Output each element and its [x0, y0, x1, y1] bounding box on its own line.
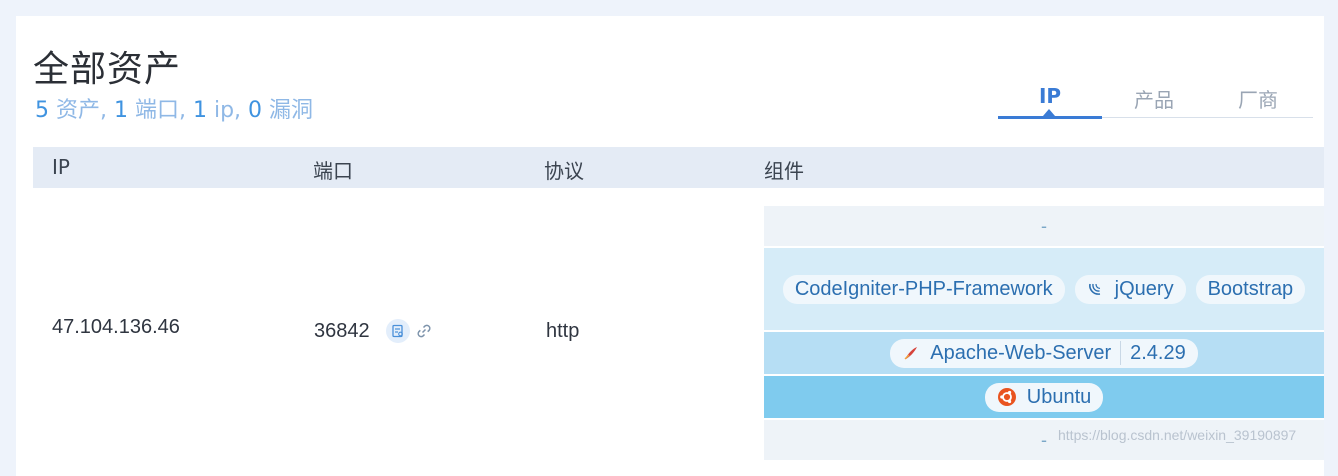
- tab-product[interactable]: 产品: [1102, 84, 1206, 113]
- component-label: Bootstrap: [1207, 277, 1294, 300]
- report-icon[interactable]: [386, 319, 410, 343]
- column-header-port: 端口: [313, 159, 353, 183]
- ip-label: ip,: [206, 98, 249, 123]
- component-label: Ubuntu: [1026, 385, 1092, 408]
- column-header-components: 组件: [764, 159, 804, 183]
- vuln-count: 0: [248, 98, 263, 123]
- vuln-label: 漏洞: [262, 98, 314, 123]
- component-label: jQuery: [1114, 277, 1174, 300]
- column-header-protocol: 协议: [544, 159, 584, 183]
- table-header: IP 端口 协议 组件: [33, 147, 1324, 188]
- component-row-webserver: Apache-Web-Server 2.4.29: [764, 332, 1324, 374]
- component-bootstrap[interactable]: Bootstrap: [1195, 274, 1306, 304]
- component-row-os: Ubuntu: [764, 376, 1324, 418]
- component-label: Apache-Web-Server: [930, 341, 1112, 364]
- version-separator: [1120, 341, 1122, 365]
- ubuntu-logo-icon: [997, 388, 1016, 406]
- ports-count: 1: [113, 98, 128, 123]
- jquery-logo-icon: [1088, 283, 1100, 295]
- watermark: https://blog.csdn.net/weixin_39190897: [1058, 427, 1297, 443]
- group-tabs: IP 产品 厂商: [998, 80, 1313, 119]
- tab-active-caret: [1043, 109, 1055, 116]
- row-protocol: http: [546, 320, 580, 342]
- component-apache[interactable]: Apache-Web-Server 2.4.29: [890, 338, 1198, 368]
- ip-count: 1: [192, 98, 207, 123]
- assets-label: 资产,: [49, 98, 114, 123]
- page-title: 全部资产: [33, 49, 182, 90]
- assets-card: 全部资产 5 资产, 1 端口, 1 ip, 0 漏洞 IP 产品 厂商 IP …: [16, 16, 1324, 476]
- tab-ip[interactable]: IP: [998, 84, 1102, 108]
- column-header-ip: IP: [52, 155, 70, 179]
- component-row-empty: -: [764, 206, 1324, 246]
- assets-summary: 5 资产, 1 端口, 1 ip, 0 漏洞: [35, 92, 313, 124]
- apache-feather-icon: [904, 347, 918, 360]
- components-list: - CodeIgniter-PHP-Framework jQuery Boots…: [764, 206, 1324, 462]
- ports-label: 端口,: [127, 98, 193, 123]
- empty-dash: -: [1041, 429, 1047, 450]
- row-ip[interactable]: 47.104.136.46: [52, 316, 180, 339]
- row-port: 36842: [314, 320, 370, 342]
- component-codeigniter[interactable]: CodeIgniter-PHP-Framework: [782, 274, 1065, 304]
- empty-dash: -: [1041, 215, 1047, 236]
- assets-count: 5: [35, 98, 49, 123]
- component-version: 2.4.29: [1130, 341, 1186, 364]
- link-icon[interactable]: [414, 321, 434, 346]
- component-row-frameworks: CodeIgniter-PHP-Framework jQuery Bootstr…: [764, 248, 1324, 330]
- component-jquery[interactable]: jQuery: [1074, 274, 1186, 304]
- component-label: CodeIgniter-PHP-Framework: [794, 277, 1053, 300]
- tab-vendor[interactable]: 厂商: [1206, 84, 1310, 113]
- tab-active-underline: [998, 116, 1102, 119]
- component-ubuntu[interactable]: Ubuntu: [984, 382, 1104, 412]
